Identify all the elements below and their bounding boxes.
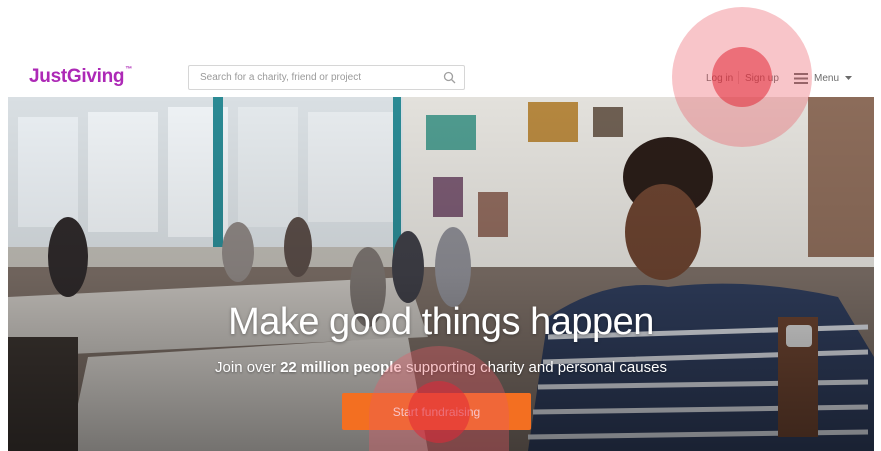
click-indicator-dot <box>408 381 470 443</box>
search-box <box>188 65 465 90</box>
justgiving-logo[interactable]: JustGiving™ <box>29 66 132 88</box>
hero-subtitle-prefix: Join over <box>215 359 281 376</box>
logo-text: JustGiving <box>29 66 125 87</box>
chevron-down-icon <box>845 75 853 80</box>
search-input[interactable] <box>189 66 439 89</box>
hero-title: Make good things happen <box>228 301 654 343</box>
click-indicator-dot <box>712 47 772 107</box>
search-icon[interactable] <box>443 71 456 84</box>
page: JustGiving™ Log in Sign up Menu <box>0 0 881 451</box>
logo-trademark: ™ <box>125 66 132 73</box>
menu-label: Menu <box>814 72 840 84</box>
